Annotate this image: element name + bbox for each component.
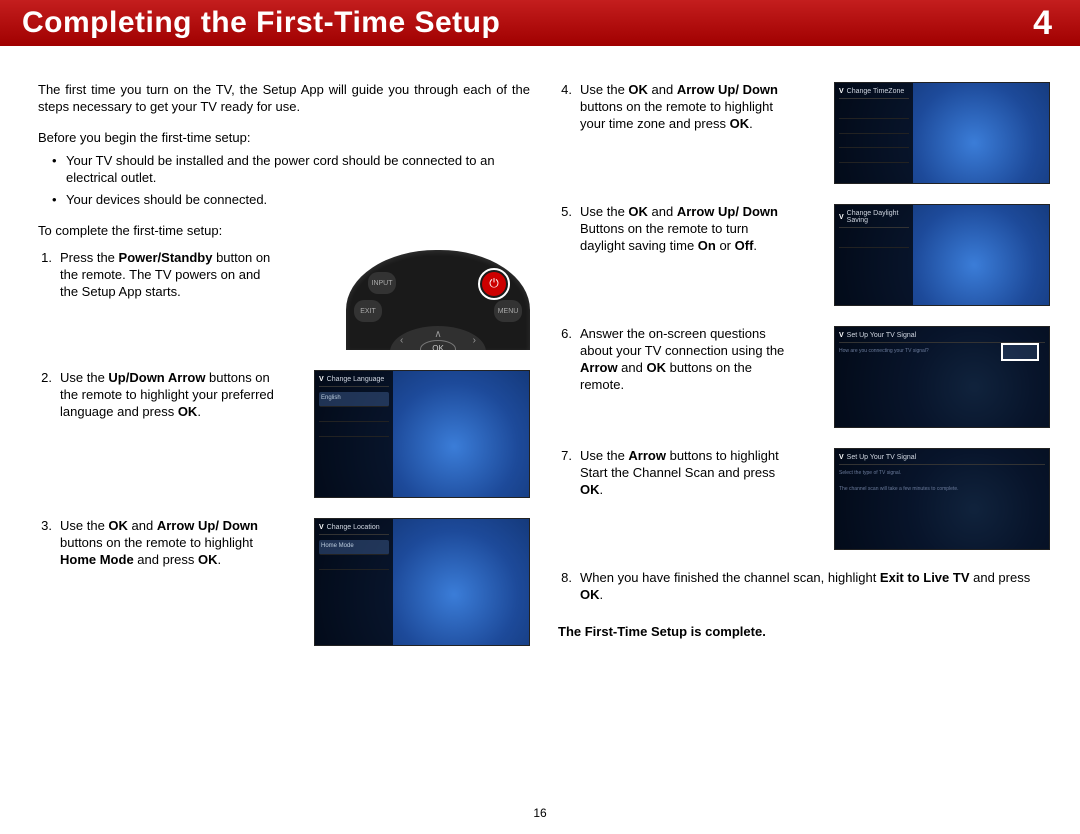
complete-lead: To complete the first-time setup: xyxy=(38,223,530,240)
step-text: Use the OK and Arrow Up/ Down buttons on… xyxy=(580,82,796,133)
power-button-icon: ⏻ xyxy=(482,272,506,296)
step-3: 3. Use the OK and Arrow Up/ Down buttons… xyxy=(38,518,530,646)
panel-title: Change Daylight Saving xyxy=(847,210,909,224)
chevron-right-icon: › xyxy=(473,334,476,347)
menu-row xyxy=(839,134,909,149)
closing-statement: The First-Time Setup is complete. xyxy=(558,624,1050,641)
chapter-number: 4 xyxy=(1033,4,1052,43)
vizio-v-icon: V xyxy=(839,214,844,221)
tv-menu-panel: VChange Location Home Mode xyxy=(315,519,393,645)
before-lead: Before you begin the first-time setup: xyxy=(38,130,530,147)
tv-location-screen: VChange Location Home Mode xyxy=(314,518,530,646)
exit-button-icon: EXIT xyxy=(354,300,382,322)
step-image: VSet Up Your TV Signal How are you conne… xyxy=(804,326,1050,428)
vizio-v-icon: V xyxy=(319,524,324,531)
panel-title: Set Up Your TV Signal xyxy=(847,332,917,339)
page-title: Completing the First-Time Setup xyxy=(22,6,1033,40)
panel-title: Set Up Your TV Signal xyxy=(847,454,917,461)
tv-timezone-screen: VChange TimeZone xyxy=(834,82,1050,184)
step-text: Answer the on-screen questions about you… xyxy=(580,326,796,394)
intro-paragraph: The first time you turn on the TV, the S… xyxy=(38,82,530,116)
menu-row xyxy=(319,407,389,422)
menu-row xyxy=(839,104,909,119)
vizio-v-icon: V xyxy=(839,454,844,461)
menu-row-selected: Home Mode xyxy=(319,540,389,555)
bullet-item: Your devices should be connected. xyxy=(38,192,530,209)
step-number: 1. xyxy=(38,250,52,267)
step-text: Use the Up/Down Arrow buttons on the rem… xyxy=(60,370,276,421)
tv-signal-screen: VSet Up Your TV Signal How are you conne… xyxy=(834,326,1050,428)
menu-row xyxy=(839,233,909,248)
panel-helptext: Select the type of TV signal. xyxy=(839,470,1045,476)
step-text: Use the OK and Arrow Up/ Down buttons on… xyxy=(60,518,276,569)
tv-daylight-screen: VChange Daylight Saving xyxy=(834,204,1050,306)
panel-title: Change Location xyxy=(327,524,380,531)
chevron-left-icon: ‹ xyxy=(400,334,403,347)
right-column: 4. Use the OK and Arrow Up/ Down buttons… xyxy=(558,82,1050,666)
step-4: 4. Use the OK and Arrow Up/ Down buttons… xyxy=(558,82,1050,184)
step-text: Press the Power/Standby button on the re… xyxy=(60,250,276,301)
vizio-v-icon: V xyxy=(839,332,844,339)
chevron-up-icon: ∧ xyxy=(434,328,441,341)
step-number: 4. xyxy=(558,82,572,99)
tv-language-screen: VChange Language English xyxy=(314,370,530,498)
panel-helptext: The channel scan will take a few minutes… xyxy=(839,486,1045,492)
menu-button-icon: MENU xyxy=(494,300,522,322)
menu-row-selected: English xyxy=(319,392,389,407)
step-6: 6. Answer the on-screen questions about … xyxy=(558,326,1050,428)
vizio-v-icon: V xyxy=(839,88,844,95)
remote-illustration: INPUT EXIT MENU ⏻ ∧ ‹ › OK xyxy=(346,250,530,350)
input-button-icon: INPUT xyxy=(368,272,396,294)
step-image: VChange TimeZone xyxy=(804,82,1050,184)
step-number: 7. xyxy=(558,448,572,465)
step-number: 3. xyxy=(38,518,52,535)
tv-scan-screen: VSet Up Your TV Signal Select the type o… xyxy=(834,448,1050,550)
step-text: When you have finished the channel scan,… xyxy=(580,570,1050,604)
menu-row xyxy=(839,148,909,163)
step-text: Use the Arrow buttons to highlight Start… xyxy=(580,448,796,499)
step-1: 1. Press the Power/Standby button on the… xyxy=(38,250,530,350)
page-number: 16 xyxy=(533,806,546,820)
step-2: 2. Use the Up/Down Arrow buttons on the … xyxy=(38,370,530,498)
step-7: 7. Use the Arrow buttons to highlight St… xyxy=(558,448,1050,550)
step-image: VSet Up Your TV Signal Select the type o… xyxy=(804,448,1050,550)
step-image: VChange Location Home Mode xyxy=(284,518,530,646)
step-number: 5. xyxy=(558,204,572,221)
menu-row xyxy=(319,422,389,437)
step-number: 2. xyxy=(38,370,52,387)
menu-row xyxy=(839,119,909,134)
step-5: 5. Use the OK and Arrow Up/ Down Buttons… xyxy=(558,204,1050,306)
page-header: Completing the First-Time Setup 4 xyxy=(0,0,1080,46)
selection-highlight xyxy=(1001,343,1039,361)
step-image: INPUT EXIT MENU ⏻ ∧ ‹ › OK xyxy=(284,250,530,350)
tv-menu-panel: VChange Language English xyxy=(315,371,393,497)
tv-menu-panel: VChange TimeZone xyxy=(835,83,913,183)
step-number: 6. xyxy=(558,326,572,343)
page-content: The first time you turn on the TV, the S… xyxy=(0,46,1080,666)
left-column: The first time you turn on the TV, the S… xyxy=(38,82,530,666)
before-bullets: Your TV should be installed and the powe… xyxy=(38,153,530,210)
panel-title: Change Language xyxy=(327,376,385,383)
step-image: VChange Language English xyxy=(284,370,530,498)
step-8: 8. When you have finished the channel sc… xyxy=(558,570,1050,604)
dpad-icon: ∧ ‹ › OK xyxy=(390,326,486,350)
ok-button-icon: OK xyxy=(420,340,456,350)
tv-menu-panel: VSet Up Your TV Signal Select the type o… xyxy=(835,449,1049,549)
panel-title: Change TimeZone xyxy=(847,88,905,95)
step-image: VChange Daylight Saving xyxy=(804,204,1050,306)
tv-menu-panel: VChange Daylight Saving xyxy=(835,205,913,305)
vizio-v-icon: V xyxy=(319,376,324,383)
step-number: 8. xyxy=(558,570,572,587)
menu-row xyxy=(319,555,389,570)
step-text: Use the OK and Arrow Up/ Down Buttons on… xyxy=(580,204,796,255)
tv-menu-panel: VSet Up Your TV Signal How are you conne… xyxy=(835,327,1049,427)
bullet-item: Your TV should be installed and the powe… xyxy=(38,153,530,187)
